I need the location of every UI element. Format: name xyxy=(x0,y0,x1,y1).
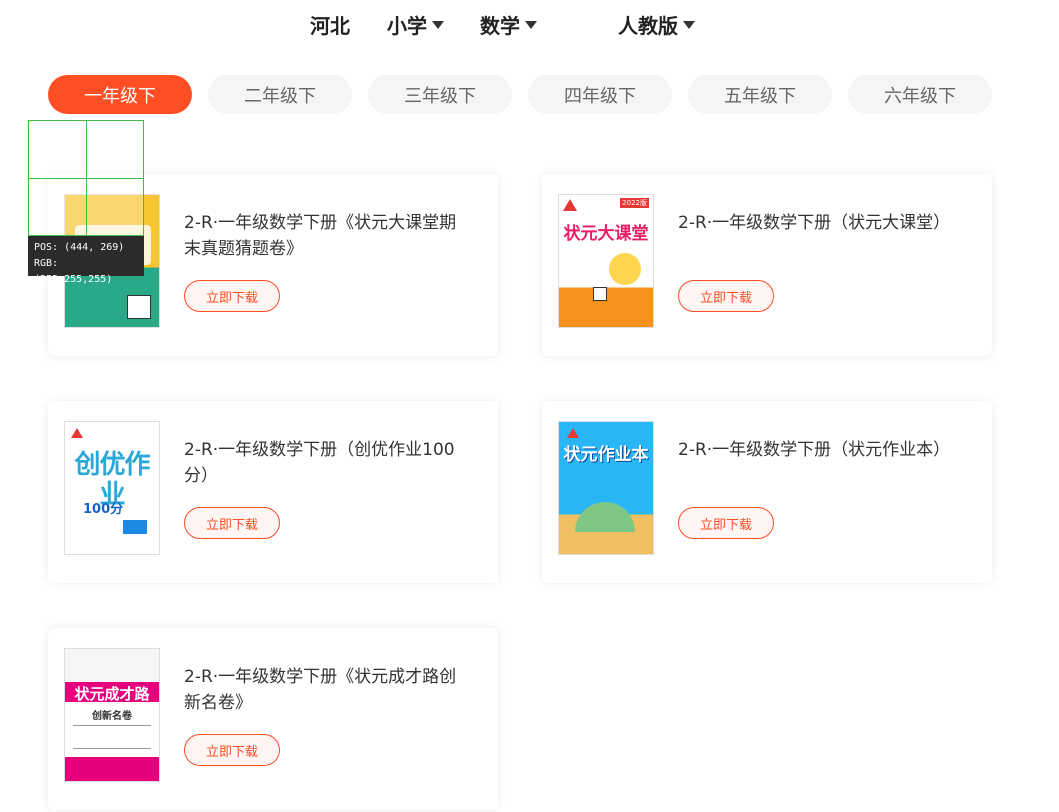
caret-down-icon xyxy=(432,20,444,29)
edition-badge: 2022版 xyxy=(620,198,649,208)
rgb-label: RGB: xyxy=(34,258,59,269)
cover-title: 状元作业本 xyxy=(563,445,649,465)
edition-dropdown[interactable]: 人教版 xyxy=(618,10,695,39)
book-cover[interactable]: 创优作业 100分 xyxy=(64,421,160,555)
grid-line xyxy=(29,178,143,179)
book-title[interactable]: 2-R·一年级数学下册（状元作业本） xyxy=(678,437,958,463)
magnifier-grid xyxy=(28,120,144,236)
book-title[interactable]: 2-R·一年级数学下册（状元大课堂） xyxy=(678,210,958,236)
book-cover[interactable]: 状元作业本 xyxy=(558,421,654,555)
edition-label: 人教版 xyxy=(618,14,678,38)
picker-readout: POS: (444, 269) RGB: (255,255,255) xyxy=(28,236,144,285)
book-card[interactable]: 状元作业本 2-R·一年级数学下册（状元作业本） 立即下载 xyxy=(542,401,992,583)
caret-down-icon xyxy=(525,20,537,29)
province-filter[interactable]: 河北 xyxy=(310,10,350,39)
subject-dropdown[interactable]: 数学 xyxy=(480,10,537,39)
caret-down-icon xyxy=(683,20,695,29)
tab-grade-5[interactable]: 五年级下 xyxy=(688,75,832,114)
tab-label: 五年级下 xyxy=(724,85,796,107)
filter-bar: 河北 小学 数学 人教版 xyxy=(0,0,1059,48)
cover-subtitle: 100分 xyxy=(83,502,124,517)
tab-grade-1[interactable]: 一年级下 xyxy=(48,75,192,114)
tab-label: 二年级下 xyxy=(244,85,316,107)
tab-label: 六年级下 xyxy=(884,85,956,107)
cover-title: 状元成才路 xyxy=(74,685,150,703)
pos-label: POS: xyxy=(34,242,59,253)
download-button[interactable]: 立即下载 xyxy=(678,280,774,312)
cover-subtitle: 创新名卷 xyxy=(92,711,132,722)
rgb-value: (255,255,255) xyxy=(34,274,113,285)
tab-label: 三年级下 xyxy=(404,85,476,107)
download-button[interactable]: 立即下载 xyxy=(184,507,280,539)
province-label: 河北 xyxy=(310,14,350,38)
book-card[interactable]: 创优作业 100分 2-R·一年级数学下册（创优作业100分） 立即下载 xyxy=(48,401,498,583)
book-title[interactable]: 2-R·一年级数学下册《状元成才路创新名卷》 xyxy=(184,664,464,716)
tab-grade-2[interactable]: 二年级下 xyxy=(208,75,352,114)
tab-label: 一年级下 xyxy=(84,85,156,107)
tab-grade-4[interactable]: 四年级下 xyxy=(528,75,672,114)
cover-title: 状元大课堂 xyxy=(563,224,649,244)
download-button[interactable]: 立即下载 xyxy=(678,507,774,539)
tab-label: 四年级下 xyxy=(564,85,636,107)
download-button[interactable]: 立即下载 xyxy=(184,734,280,766)
pos-value: (444, 269) xyxy=(64,242,125,253)
tab-grade-3[interactable]: 三年级下 xyxy=(368,75,512,114)
stage-dropdown[interactable]: 小学 xyxy=(387,10,444,39)
book-card[interactable]: 状元成才路 创新名卷 2-R·一年级数学下册《状元成才路创新名卷》 立即下载 xyxy=(48,628,498,810)
download-button[interactable]: 立即下载 xyxy=(184,280,280,312)
tab-grade-6[interactable]: 六年级下 xyxy=(848,75,992,114)
book-cover[interactable]: 2022版 状元大课堂 xyxy=(558,194,654,328)
book-card[interactable]: 2022版 状元大课堂 2-R·一年级数学下册（状元大课堂） 立即下载 xyxy=(542,174,992,356)
book-title[interactable]: 2-R·一年级数学下册（创优作业100分） xyxy=(184,437,464,489)
book-cover[interactable]: 状元成才路 创新名卷 xyxy=(64,648,160,782)
stage-label: 小学 xyxy=(387,14,427,38)
book-title[interactable]: 2-R·一年级数学下册《状元大课堂期末真题猜题卷》 xyxy=(184,210,464,262)
subject-label: 数学 xyxy=(480,14,520,38)
color-picker-overlay: POS: (444, 269) RGB: (255,255,255) xyxy=(28,120,144,285)
